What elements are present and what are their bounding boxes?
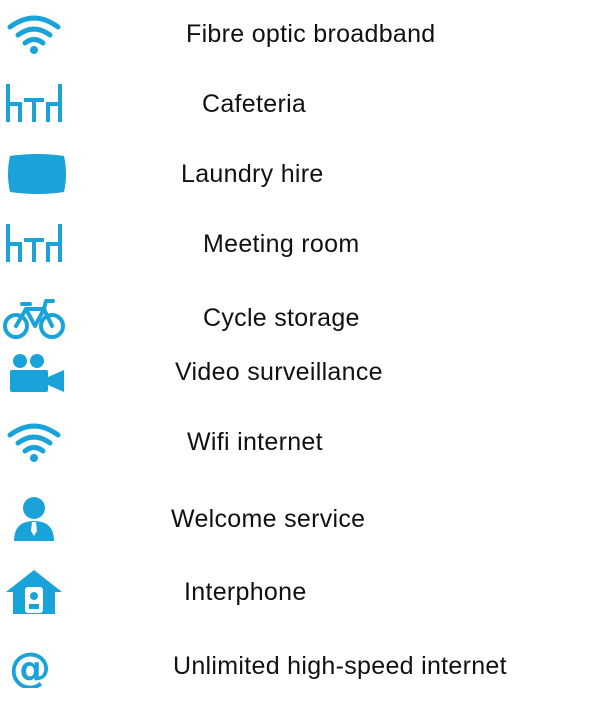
amenity-item-cycle-storage: Cycle storage — [0, 290, 603, 346]
svg-text:@: @ — [9, 644, 51, 688]
amenity-label: Unlimited high-speed internet — [173, 652, 507, 680]
table-chairs-icon — [2, 82, 66, 126]
amenity-item-laundry-hire: Laundry hire — [0, 146, 603, 202]
amenity-label: Laundry hire — [181, 160, 324, 188]
receptionist-icon — [2, 497, 66, 541]
amenity-label: Cafeteria — [202, 90, 307, 118]
table-chairs-icon — [2, 222, 66, 266]
amenity-label: Meeting room — [203, 230, 360, 258]
amenity-label: Interphone — [184, 578, 307, 606]
amenity-item-video-surveillance: Video surveillance — [0, 344, 603, 400]
amenity-item-interphone: Interphone — [0, 564, 603, 620]
amenity-label: Welcome service — [171, 505, 366, 533]
amenity-item-meeting-room: Meeting room — [0, 216, 603, 272]
house-intercom-icon — [2, 570, 66, 614]
amenity-label: Wifi internet — [187, 428, 323, 456]
amenity-label: Video surveillance — [175, 358, 383, 386]
amenity-item-cafeteria: Cafeteria — [0, 76, 603, 132]
bicycle-icon — [2, 296, 66, 340]
wifi-icon — [2, 420, 66, 464]
amenity-item-welcome-service: Welcome service — [0, 491, 603, 547]
amenity-label: Cycle storage — [203, 304, 360, 332]
video-camera-icon — [2, 350, 66, 394]
wifi-icon — [2, 12, 66, 56]
amenity-item-unlimited-high-speed-internet: @ Unlimited high-speed internet — [0, 638, 603, 694]
amenity-list: Fibre optic broadband Cafeteria Laundry … — [0, 0, 603, 722]
amenity-item-fibre-optic-broadband: Fibre optic broadband — [0, 6, 603, 62]
pillow-icon — [2, 152, 66, 196]
amenity-item-wifi-internet: Wifi internet — [0, 414, 603, 470]
at-sign-icon: @ — [2, 644, 66, 688]
amenity-label: Fibre optic broadband — [186, 20, 436, 48]
